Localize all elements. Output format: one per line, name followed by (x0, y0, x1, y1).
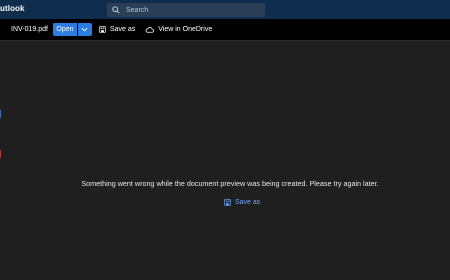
preview-save-as-link[interactable]: Save as (224, 199, 260, 206)
left-edge-accent (0, 110, 1, 118)
attachment-file-name: INV-019.pdf (11, 26, 48, 33)
preview-error-message: Something went wrong while the document … (81, 179, 379, 188)
toolbar-divider (0, 40, 450, 41)
open-button-group: Open (52, 23, 92, 36)
save-icon (99, 26, 106, 33)
save-as-button[interactable]: Save as (99, 26, 135, 33)
search-box[interactable]: Search (107, 3, 265, 17)
chevron-down-icon (82, 27, 88, 32)
search-input[interactable]: Search (126, 7, 148, 14)
save-as-label: Save as (109, 26, 136, 33)
save-icon (224, 199, 231, 206)
left-edge-accent-2 (0, 150, 1, 158)
open-button[interactable]: Open (52, 23, 77, 36)
preview-save-as-label: Save as (235, 199, 261, 206)
search-icon (112, 5, 122, 15)
app-title: utlook (0, 4, 25, 13)
open-options-button[interactable] (77, 23, 92, 36)
view-in-onedrive-button[interactable]: View in OneDrive (145, 26, 212, 33)
app-header: utlook Search (0, 0, 450, 19)
cloud-icon (145, 26, 155, 33)
attachment-toolbar: INV-019.pdf Open Save as View in OneDriv… (0, 19, 450, 40)
view-in-onedrive-label: View in OneDrive (158, 26, 213, 33)
